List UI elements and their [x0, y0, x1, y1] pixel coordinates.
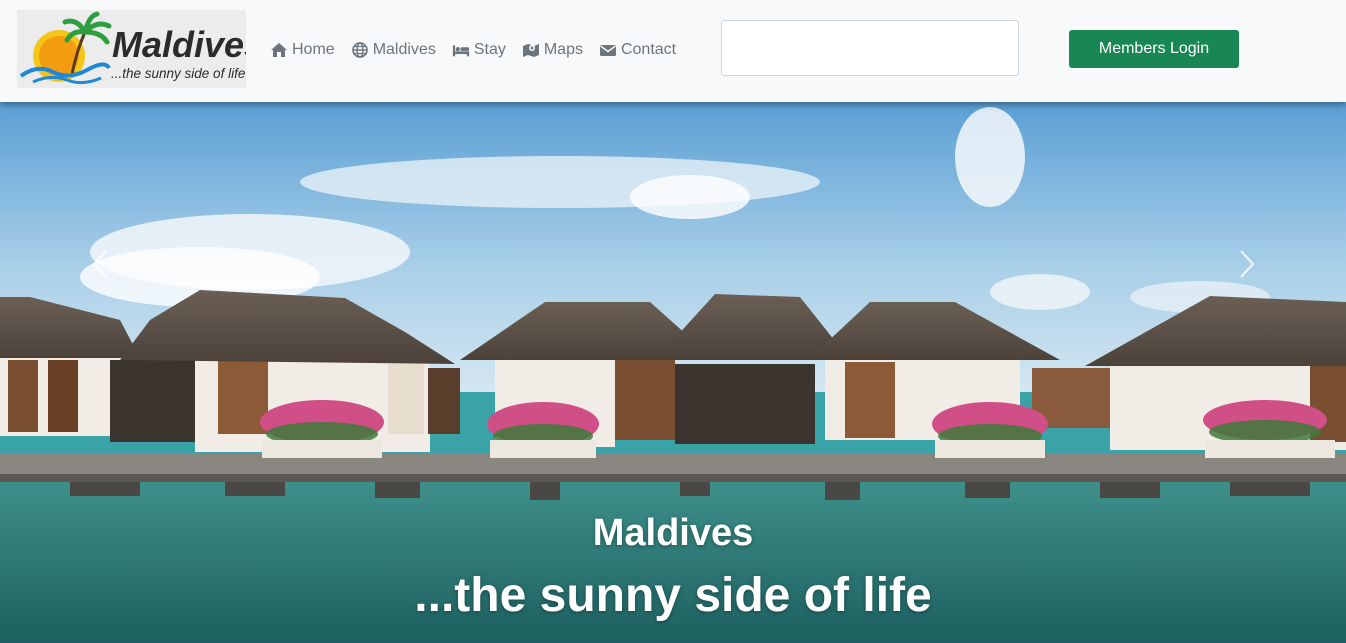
- search-input[interactable]: [721, 20, 1019, 76]
- carousel-next-button[interactable]: [1227, 242, 1267, 286]
- hero-carousel: Maldives ...the sunny side of life: [0, 102, 1346, 643]
- hero-title: Maldives: [592, 512, 754, 554]
- envelope-icon: [599, 45, 616, 56]
- nav-stay[interactable]: Stay: [452, 41, 506, 59]
- nav-stay-label: Stay: [473, 41, 506, 58]
- home-icon: [271, 43, 287, 57]
- nav-maldives[interactable]: Maldives: [351, 41, 436, 59]
- chevron-right-icon: [1240, 250, 1255, 278]
- hero-subtitle: ...the sunny side of life: [414, 569, 932, 622]
- globe-icon: [351, 42, 368, 58]
- brand-logo[interactable]: Maldives ...the sunny side of life: [17, 10, 246, 88]
- chevron-left-icon: [92, 250, 107, 278]
- nav-contact-label: Contact: [620, 41, 677, 58]
- nav-maps-label: Maps: [543, 41, 583, 58]
- nav-home[interactable]: Home: [270, 41, 335, 59]
- hero-image: [0, 102, 1346, 643]
- logo-tagline: ...the sunny side of life: [111, 66, 245, 81]
- bed-icon: [452, 45, 469, 57]
- map-icon: [522, 44, 539, 57]
- maldives-logo: Maldives ...the sunny side of life: [19, 11, 246, 85]
- carousel-prev-button[interactable]: [80, 242, 120, 286]
- nav-maps[interactable]: Maps: [522, 41, 583, 59]
- nav-home-label: Home: [292, 41, 335, 58]
- logo-text: Maldives: [112, 24, 246, 65]
- main-nav: Home Maldives Stay Maps Contact: [270, 38, 692, 62]
- nav-maldives-label: Maldives: [372, 41, 436, 58]
- nav-contact[interactable]: Contact: [599, 41, 676, 59]
- members-login-button[interactable]: Members Login: [1069, 30, 1239, 68]
- navbar: Maldives ...the sunny side of life Home …: [0, 0, 1346, 102]
